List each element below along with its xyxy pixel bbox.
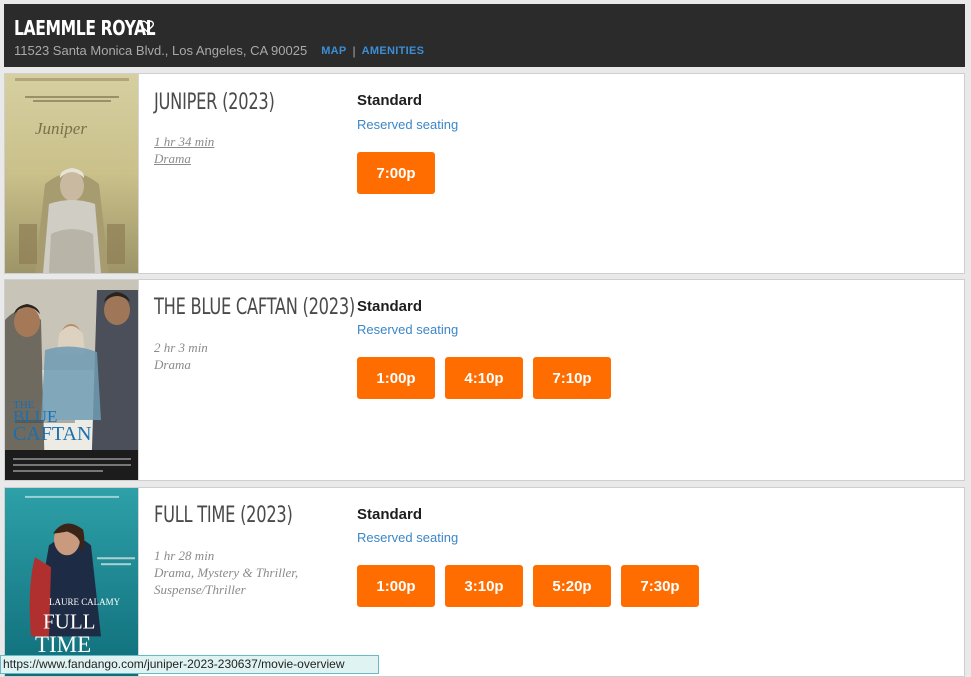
showtime-button[interactable]: 7:00p bbox=[357, 152, 435, 194]
map-link[interactable]: MAP bbox=[321, 45, 346, 57]
svg-text:Juniper: Juniper bbox=[35, 119, 87, 138]
movie-card-full-time: LAURE CALAMY FULL TIME FULL TIME (2023) … bbox=[4, 487, 965, 677]
movie-poster-blue-caftan[interactable]: THE BLUE CAFTAN bbox=[5, 280, 139, 480]
theater-name[interactable]: LAEMMLE ROYAL bbox=[14, 16, 156, 40]
poster-text: FULL bbox=[43, 610, 95, 634]
showtime-button[interactable]: 7:30p bbox=[621, 565, 699, 607]
movie-runtime: 1 hr 28 min bbox=[154, 548, 215, 563]
showtime-button[interactable]: 4:10p bbox=[445, 357, 523, 399]
movie-poster-juniper[interactable]: Juniper bbox=[5, 74, 139, 273]
movie-meta: 1 hr 28 min Drama, Mystery & Thriller, S… bbox=[154, 547, 298, 598]
poster-text: TIME bbox=[35, 632, 91, 657]
seating-type: Reserved seating bbox=[357, 322, 459, 337]
showtime-list: 1:00p 4:10p 7:10p bbox=[357, 357, 611, 399]
movie-runtime: 1 hr 34 min bbox=[154, 134, 215, 149]
movie-meta: 1 hr 34 min Drama bbox=[154, 133, 214, 167]
movie-genre: Drama bbox=[154, 357, 191, 372]
movie-genre: Drama, Mystery & Thriller, bbox=[154, 565, 299, 580]
movie-title[interactable]: JUNIPER (2023) bbox=[154, 90, 275, 115]
movie-runtime: 2 hr 3 min bbox=[154, 340, 208, 355]
movie-card-blue-caftan: THE BLUE CAFTAN THE BLUE CAFTAN (2023) 2… bbox=[4, 279, 965, 481]
showtime-button[interactable]: 1:00p bbox=[357, 565, 435, 607]
movie-title[interactable]: THE BLUE CAFTAN (2023) bbox=[154, 295, 355, 320]
theater-header: LAEMMLE ROYAL 11523 Santa Monica Blvd., … bbox=[4, 4, 965, 67]
movie-poster-full-time[interactable]: LAURE CALAMY FULL TIME bbox=[5, 488, 139, 676]
movie-meta: 2 hr 3 min Drama bbox=[154, 339, 208, 373]
browser-status-url: https://www.fandango.com/juniper-2023-23… bbox=[0, 655, 379, 674]
showtime-button[interactable]: 5:20p bbox=[533, 565, 611, 607]
seating-type: Reserved seating bbox=[357, 117, 459, 132]
format-name: Standard bbox=[357, 506, 423, 523]
format-name: Standard bbox=[357, 298, 423, 315]
theater-address-line: 11523 Santa Monica Blvd., Los Angeles, C… bbox=[14, 43, 424, 58]
showtime-button[interactable]: 3:10p bbox=[445, 565, 523, 607]
format-name: Standard bbox=[357, 92, 423, 109]
showtime-list: 7:00p bbox=[357, 152, 435, 194]
movie-genre: Suspense/Thriller bbox=[154, 582, 246, 597]
movie-card-juniper: Juniper JUNIPER (2023) 1 hr 34 min Drama… bbox=[4, 73, 965, 274]
poster-text: CAFTAN bbox=[13, 423, 91, 445]
movie-title[interactable]: FULL TIME (2023) bbox=[154, 503, 293, 528]
showtime-button[interactable]: 1:00p bbox=[357, 357, 435, 399]
showtime-list: 1:00p 3:10p 5:20p 7:30p bbox=[357, 565, 699, 607]
seating-type: Reserved seating bbox=[357, 530, 459, 545]
theater-address: 11523 Santa Monica Blvd., Los Angeles, C… bbox=[14, 43, 308, 58]
movie-genre: Drama bbox=[154, 151, 191, 166]
link-separator: | bbox=[352, 43, 356, 58]
amenities-link[interactable]: AMENITIES bbox=[362, 45, 425, 57]
poster-text: LAURE CALAMY bbox=[49, 597, 121, 607]
showtime-button[interactable]: 7:10p bbox=[533, 357, 611, 399]
heart-icon[interactable] bbox=[139, 18, 155, 34]
